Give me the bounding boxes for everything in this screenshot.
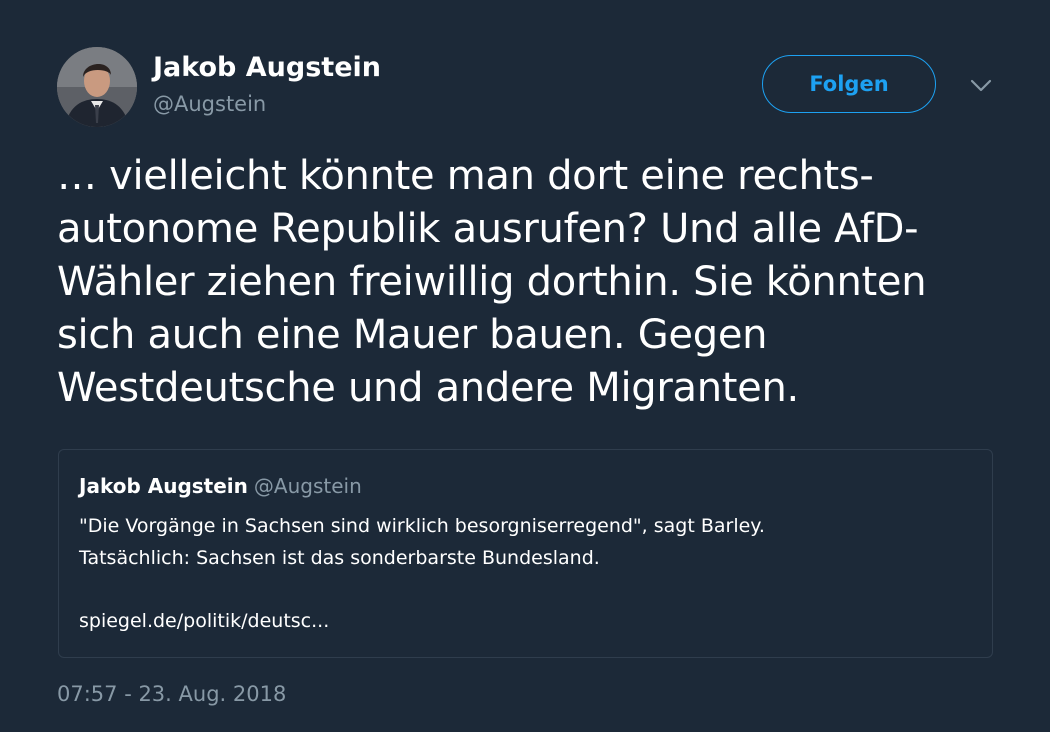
chevron-down-icon — [970, 79, 992, 92]
tweet-text-line: Wähler ziehen freiwillig dorthin. Sie kö… — [57, 259, 927, 305]
follow-button[interactable]: Folgen — [762, 55, 936, 113]
tweet-card: Jakob Augstein @Augstein Folgen … vielle… — [0, 0, 1050, 732]
quoted-tweet-text: "Die Vorgänge in Sachsen sind wirklich b… — [79, 510, 959, 574]
tweet-text-line: … vielleicht könnte man dort eine rechts… — [57, 153, 874, 199]
tweet-timestamp[interactable]: 07:57 - 23. Aug. 2018 — [57, 682, 286, 706]
quoted-author-name: Jakob Augstein — [79, 474, 248, 498]
quoted-tweet[interactable]: Jakob Augstein @Augstein "Die Vorgänge in… — [58, 449, 993, 658]
quoted-tweet-line: "Die Vorgänge in Sachsen sind wirklich b… — [79, 515, 765, 537]
tweet-text: … vielleicht könnte man dort eine rechts… — [57, 150, 987, 415]
quoted-tweet-header: Jakob Augstein @Augstein — [79, 474, 362, 498]
avatar-image — [57, 47, 137, 127]
avatar[interactable] — [57, 47, 137, 127]
tweet-text-line: Westdeutsche und andere Migranten. — [57, 365, 799, 411]
quoted-author-handle: @Augstein — [253, 474, 362, 498]
tweet-text-line: sich auch eine Mauer bauen. Gegen — [57, 312, 768, 358]
quoted-tweet-link[interactable]: spiegel.de/politik/deutsc... — [79, 610, 329, 632]
author-handle[interactable]: @Augstein — [153, 92, 266, 116]
quoted-tweet-line: Tatsächlich: Sachsen ist das sonderbarst… — [79, 547, 600, 569]
more-options-button[interactable] — [966, 74, 996, 98]
author-name[interactable]: Jakob Augstein — [153, 52, 381, 83]
tweet-text-line: autonome Republik ausrufen? Und alle AfD… — [57, 206, 919, 252]
